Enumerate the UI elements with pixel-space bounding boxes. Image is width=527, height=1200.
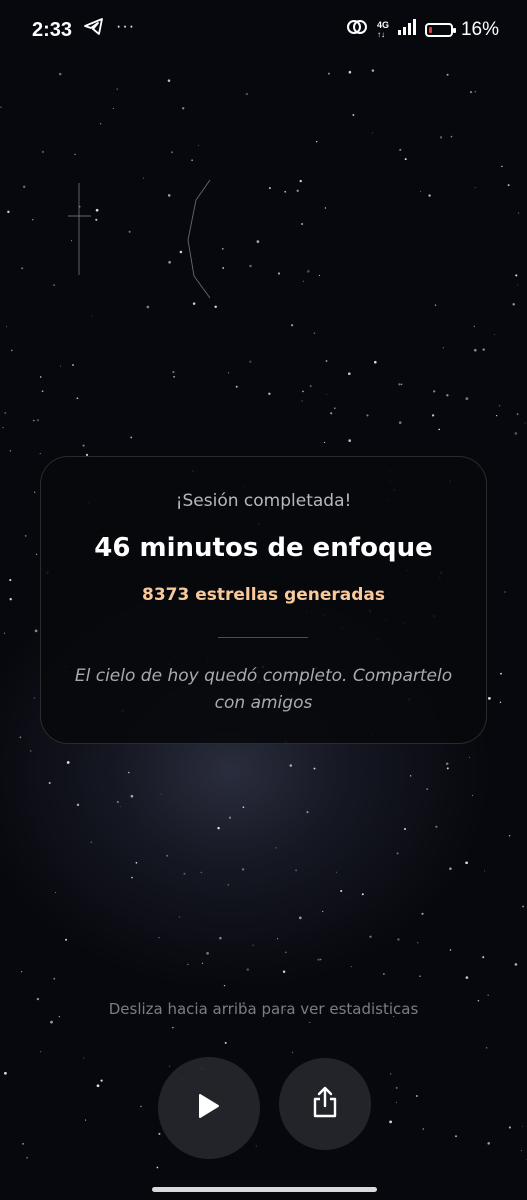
share-message: El cielo de hoy quedó completo. Comparte… [74, 666, 453, 713]
network-type: 4G ↑↓ [376, 20, 389, 40]
status-right: 4G ↑↓ 16% [345, 17, 499, 43]
swipe-up-hint: Desliza hacia arriba para ver estadistic… [108, 1000, 419, 1018]
share-icon [311, 1086, 339, 1122]
battery-icon [424, 23, 456, 37]
battery-percentage: 16% [460, 19, 499, 40]
play-button[interactable] [158, 1057, 260, 1159]
stars-generated-count: 8373 estrellas generadas [141, 585, 386, 605]
session-complete-label: ¡Sesión completada! [175, 491, 352, 511]
link-icon [345, 17, 369, 43]
share-button[interactable] [279, 1058, 371, 1150]
home-indicator[interactable] [152, 1187, 377, 1192]
signal-icon [397, 19, 417, 41]
telegram-icon [84, 18, 104, 42]
divider [218, 637, 308, 638]
status-bar: 2:33 ··· 4G ↑↓ 16% [0, 0, 527, 60]
more-notifications-icon: ··· [116, 18, 136, 35]
session-summary-card: ¡Sesión completada! 46 minutos de enfoqu… [40, 456, 487, 744]
play-icon [197, 1093, 221, 1123]
focus-minutes-title: 46 minutos de enfoque [94, 533, 433, 563]
clock: 2:33 [32, 18, 73, 41]
status-left: 2:33 ··· [32, 18, 135, 42]
